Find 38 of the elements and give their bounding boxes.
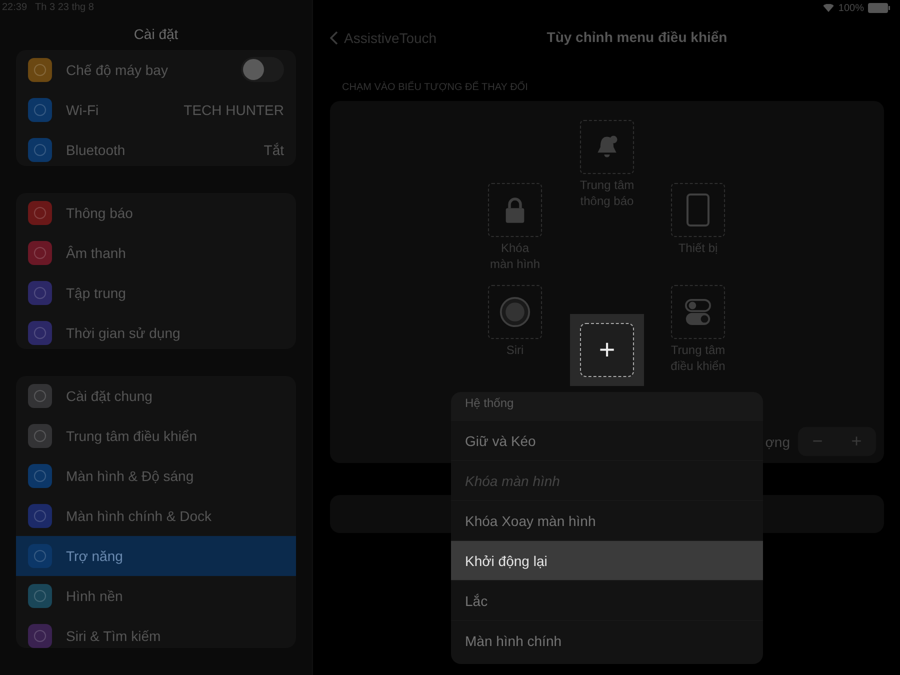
sidebar-item[interactable]: Màn hình & Độ sáng [16, 456, 296, 496]
sidebar-item[interactable]: Thời gian sử dụng [16, 313, 296, 349]
add-button[interactable]: + [580, 323, 634, 377]
menu-slot-button[interactable] [671, 285, 725, 339]
sidebar-item[interactable]: Cài đặt chung [16, 376, 296, 416]
wifi-icon [823, 4, 834, 12]
menu-slot-button[interactable] [488, 183, 542, 237]
sidebar-item[interactable]: Thông báo [16, 193, 296, 234]
menu-slot-button[interactable] [580, 120, 634, 174]
battery-icon [868, 3, 890, 13]
menu-item[interactable]: Khởi động lại [451, 540, 763, 580]
page-title: Tùy chỉnh menu điều khiển [546, 29, 728, 45]
sidebar-item[interactable]: Chế độ máy bay [16, 50, 296, 90]
sidebar-item[interactable]: Tập trung [16, 273, 296, 314]
menu-item[interactable]: Giữ và Kéo [451, 420, 763, 460]
menu-slot-button[interactable] [488, 285, 542, 339]
menu-header: Hệ thống [451, 392, 763, 420]
sidebar-item[interactable]: Âm thanh [16, 233, 296, 274]
battery-percent: 100% [838, 2, 864, 14]
sidebar-item[interactable]: Siri & Tìm kiếm [16, 616, 296, 648]
sidebar-item[interactable]: Trung tâm điều khiển [16, 416, 296, 456]
minus-button[interactable]: − [798, 427, 837, 456]
menu-slot-button[interactable] [671, 183, 725, 237]
toggle-switch[interactable] [241, 57, 284, 82]
sidebar-item[interactable]: Màn hình chính & Dock [16, 496, 296, 536]
siri-icon [499, 296, 531, 328]
menu-item[interactable]: Màn hình chính [451, 620, 763, 660]
sidebar-item[interactable]: Wi-Fi TECH HUNTER [16, 90, 296, 130]
menu-item[interactable]: Lắc [451, 580, 763, 620]
sidebar-item[interactable]: Bluetooth Tắt [16, 130, 296, 166]
sidebar-title: Cài đặt [132, 24, 180, 44]
plus-button[interactable]: + [837, 427, 876, 456]
sidebar-item[interactable]: Hình nền [16, 576, 296, 616]
toggles-icon [685, 298, 711, 326]
chevron-left-icon [330, 31, 338, 45]
tablet-icon [686, 193, 710, 227]
sidebar-item[interactable]: Trợ năng [16, 536, 296, 576]
lock-icon [504, 196, 526, 224]
